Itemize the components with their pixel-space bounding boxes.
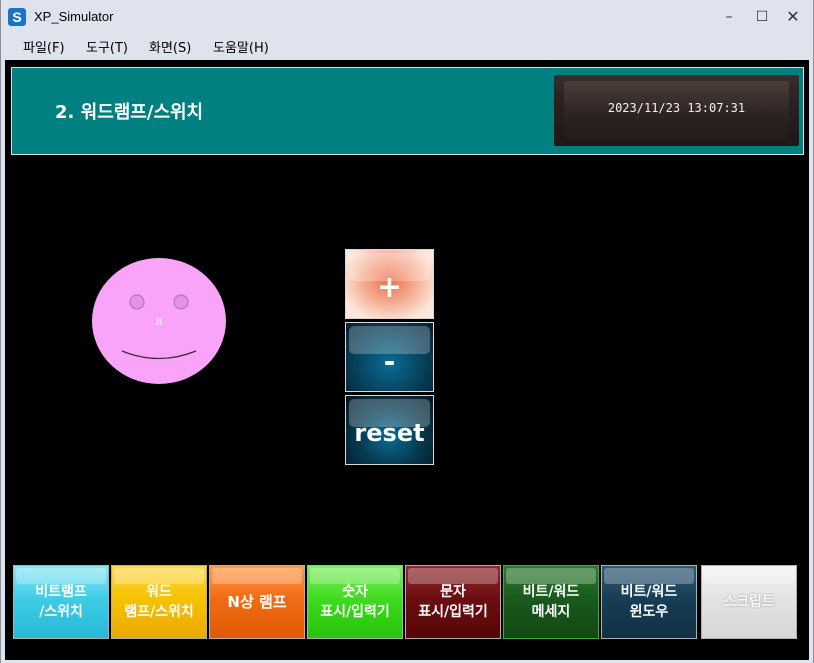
menu-help[interactable]: 도움말(H)	[213, 37, 269, 56]
button-gloss	[212, 568, 302, 584]
increment-button[interactable]: +	[345, 249, 434, 319]
nav-label-line2: 표시/입력기	[320, 604, 390, 620]
menu-bar: 파일(F) 도구(T) 화면(S) 도움말(H)	[1, 34, 813, 60]
nav-label-line1: 비트/워드	[522, 584, 580, 600]
app-window: S XP_Simulator – ☐ ✕ 파일(F) 도구(T) 화면(S) 도…	[0, 0, 814, 663]
maximize-button[interactable]: ☐	[747, 4, 777, 30]
nav-label-line2: 램프/스위치	[124, 604, 194, 620]
nav-script[interactable]: 스크립트	[701, 565, 797, 639]
menu-tools[interactable]: 도구(T)	[86, 37, 128, 56]
title-bar[interactable]: S XP_Simulator – ☐ ✕	[1, 0, 813, 34]
decrement-label: -	[383, 345, 396, 378]
nav-n-phase-lamp[interactable]: N상 램프	[209, 565, 305, 639]
nav-bit-lamp-switch[interactable]: 비트램프 /스위치	[13, 565, 109, 639]
reset-label: reset	[354, 419, 425, 447]
nav-label-line1: 문자	[440, 584, 466, 600]
button-gloss	[704, 568, 794, 584]
nav-label-line1: 숫자	[342, 584, 368, 600]
decrement-button[interactable]: -	[345, 322, 434, 392]
nav-label-line1: 스크립트	[723, 594, 775, 610]
nav-label-line2: 윈도우	[629, 604, 669, 620]
increment-label: +	[376, 270, 403, 305]
lamp-right-eye	[173, 294, 189, 310]
window-title: XP_Simulator	[34, 9, 114, 24]
clock-display: 2023/11/23 13:07:31	[554, 75, 799, 146]
app-logo-icon: S	[8, 8, 26, 26]
nav-label-line1: 비트램프	[35, 584, 87, 600]
menu-file[interactable]: 파일(F)	[23, 37, 65, 56]
reset-button[interactable]: reset	[345, 395, 434, 465]
header-panel: 2. 워드램프/스위치 2023/11/23 13:07:31	[11, 67, 804, 155]
nav-label-line2: 메세지	[531, 604, 571, 620]
nav-word-lamp-switch[interactable]: 워드 램프/스위치	[111, 565, 207, 639]
nav-bit-word-message[interactable]: 비트/워드 메세지	[503, 565, 599, 639]
nav-number-display-input[interactable]: 숫자 표시/입력기	[307, 565, 403, 639]
simulator-canvas: 2. 워드램프/스위치 2023/11/23 13:07:31 8 + - re…	[5, 60, 809, 660]
nav-label-line1: 워드	[146, 584, 172, 600]
clock-datetime: 2023/11/23 13:07:31	[607, 101, 746, 115]
lamp-left-eye	[129, 294, 145, 310]
page-title: 2. 워드램프/스위치	[55, 102, 204, 123]
close-button[interactable]: ✕	[778, 4, 808, 30]
word-lamp-smiley: 8	[92, 258, 226, 384]
nav-text-display-input[interactable]: 문자 표시/입력기	[405, 565, 501, 639]
minimize-button[interactable]: –	[714, 4, 744, 30]
nav-label-line1: N상 램프	[227, 593, 287, 611]
nav-label-line1: 비트/워드	[620, 584, 678, 600]
nav-label-line2: /스위치	[39, 604, 83, 620]
menu-screen[interactable]: 화면(S)	[149, 37, 191, 56]
nav-label-line2: 표시/입력기	[418, 604, 488, 620]
nav-bit-word-window[interactable]: 비트/워드 윈도우	[601, 565, 697, 639]
lamp-value: 8	[156, 317, 162, 328]
